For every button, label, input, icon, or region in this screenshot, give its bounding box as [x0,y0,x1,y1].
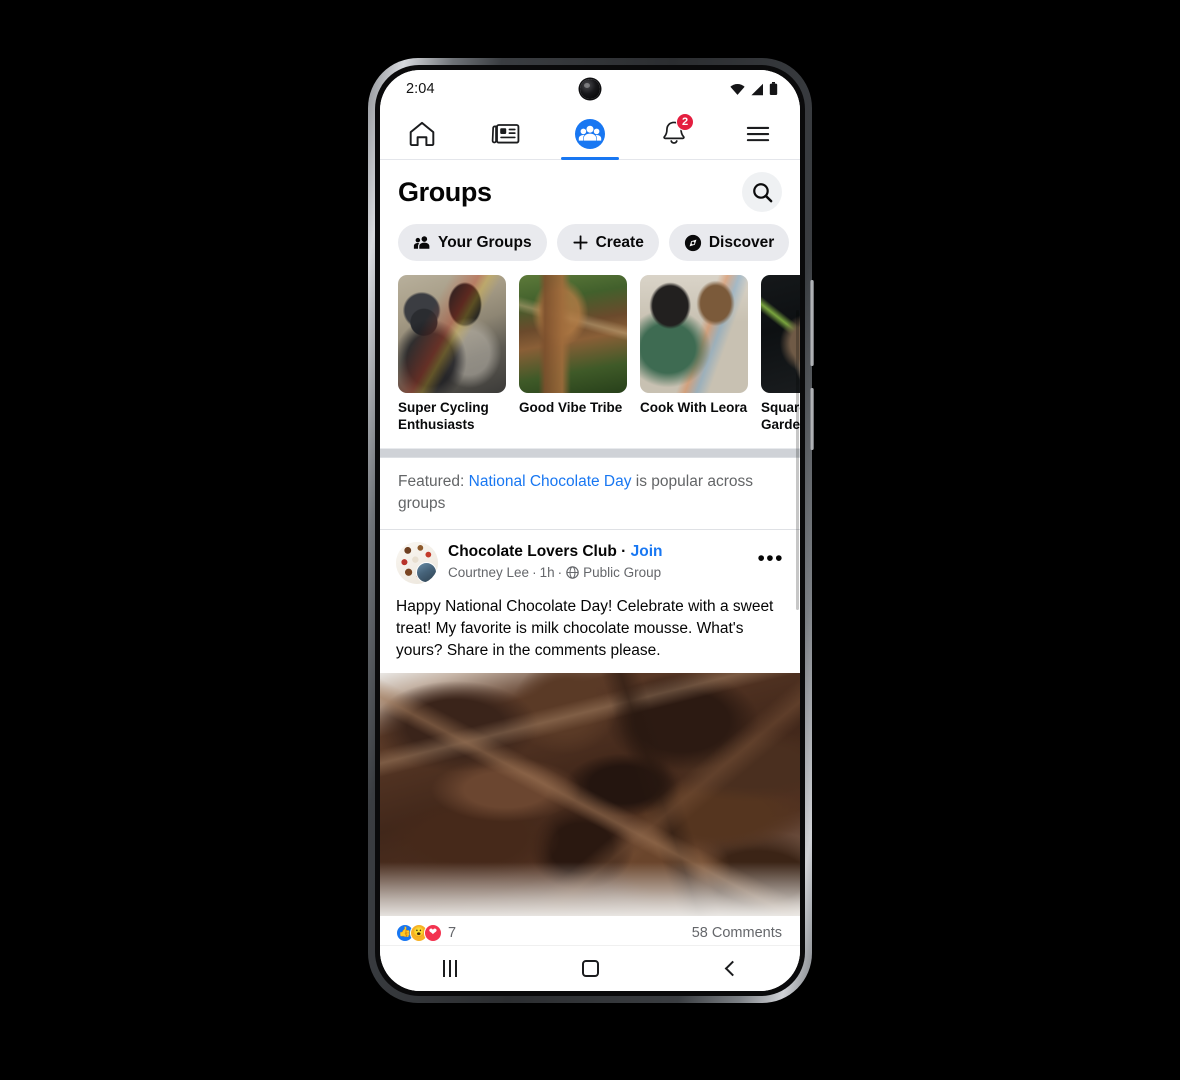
group-card-photo [761,275,800,393]
section-divider [380,447,800,458]
back-chevron-icon [724,960,740,977]
home-square-icon [581,960,599,977]
android-navigation-bar [380,945,800,991]
join-group-button[interactable]: Join [631,543,663,560]
post-time: 1h [539,564,555,580]
post-group-name[interactable]: Chocolate Lovers Club [448,543,617,560]
news-feed-icon [491,123,520,143]
pill-create-label: Create [595,233,644,251]
globe-icon [566,566,579,579]
group-card-photo [519,275,627,393]
group-card[interactable]: Super Cycling Enthusiasts [398,275,506,434]
wifi-icon [730,83,745,95]
more-options-icon[interactable]: ••• [753,542,786,569]
back-key[interactable] [694,949,766,989]
post-privacy: Public Group [583,564,662,580]
vertical-scrollbar[interactable] [796,310,799,610]
page-header: Groups [380,160,800,220]
post-meta: Chocolate Lovers Club · Join Courtney Le… [448,542,743,583]
hamburger-menu-icon [746,126,770,141]
tab-notifications[interactable]: 2 [632,108,716,159]
phone-screen: 2:04 2 Groups Your Groups Create Discove… [380,70,800,991]
compass-discover-icon [684,234,701,251]
home-icon [409,121,435,146]
reaction-summary[interactable]: 👍 😮 ❤ 7 [396,923,457,942]
home-key[interactable] [554,949,626,989]
status-time: 2:04 [406,81,435,97]
byline-sep-1: · [532,564,537,580]
tab-groups[interactable] [548,108,632,160]
post-header: Chocolate Lovers Club · Join Courtney Le… [380,541,800,584]
pill-discover-label: Discover [708,233,775,251]
reaction-icons: 👍 😮 ❤ [396,923,442,942]
group-cards-carousel[interactable]: Super Cycling Enthusiasts Good Vibe Trib… [380,275,800,434]
featured-link[interactable]: National Chocolate Day [469,473,632,490]
pill-discover[interactable]: Discover [668,224,790,261]
group-card[interactable]: Square Foot Garden [761,275,800,434]
post-byline: Courtney Lee · 1h · Public Group [448,563,743,583]
featured-banner: Featured: National Chocolate Day is popu… [380,458,800,530]
top-navigation-tabs: 2 [380,108,800,160]
byline-sep-2: · [557,564,563,580]
front-camera-icon [580,79,600,99]
group-card[interactable]: Cook With Leora [640,275,748,434]
group-card[interactable]: Good Vibe Tribe [519,275,627,434]
tab-menu[interactable] [716,108,800,159]
plus-icon [573,235,588,250]
featured-prefix: Featured: [398,472,469,490]
volume-button[interactable] [810,280,814,366]
post-reactions-bar: 👍 😮 ❤ 7 58 Comments [380,915,800,945]
post-author[interactable]: Courtney Lee [448,563,529,583]
group-card-photo [640,275,748,393]
groups-scroll-area[interactable]: Groups Your Groups Create Discover Super… [380,160,800,945]
tab-news-feed[interactable] [464,108,548,159]
love-reaction-icon: ❤ [424,923,442,942]
recents-icon [443,960,457,977]
group-card-title: Good Vibe Tribe [519,400,623,415]
signal-icon [751,83,763,95]
post-body-text: Happy National Chocolate Day! Celebrate … [396,597,774,659]
notification-badge: 2 [676,113,694,131]
people-icon [413,236,430,249]
group-post: Chocolate Lovers Club · Join Courtney Le… [380,530,800,945]
group-avatar[interactable] [396,541,438,584]
pill-create[interactable]: Create [556,224,659,261]
group-card-photo [398,275,506,393]
page-title: Groups [398,176,492,207]
post-separator: · [621,542,627,560]
post-group-line: Chocolate Lovers Club · Join [448,542,743,562]
group-card-title: Square Foot Garden [761,400,800,432]
comments-count[interactable]: 58 Comments [692,925,782,941]
pill-your-groups[interactable]: Your Groups [398,224,547,261]
filter-pill-row: Your Groups Create Discover [380,220,800,275]
group-card-title: Cook With Leora [640,400,748,415]
search-icon [752,182,772,202]
status-bar: 2:04 [380,70,800,108]
battery-icon [769,82,778,95]
recents-key[interactable] [414,949,486,989]
tab-home[interactable] [380,108,464,159]
phone-bezel: 2:04 2 Groups Your Groups Create Discove… [375,65,805,996]
reaction-count: 7 [448,924,457,941]
search-button[interactable] [742,172,782,212]
groups-icon [575,118,605,149]
post-photo[interactable] [380,672,800,916]
power-button[interactable] [810,388,814,450]
group-card-title: Super Cycling Enthusiasts [398,400,489,432]
status-icons [730,82,778,96]
phone-device-frame: 2:04 2 Groups Your Groups Create Discove… [368,58,814,1003]
pill-your-groups-label: Your Groups [438,233,532,251]
